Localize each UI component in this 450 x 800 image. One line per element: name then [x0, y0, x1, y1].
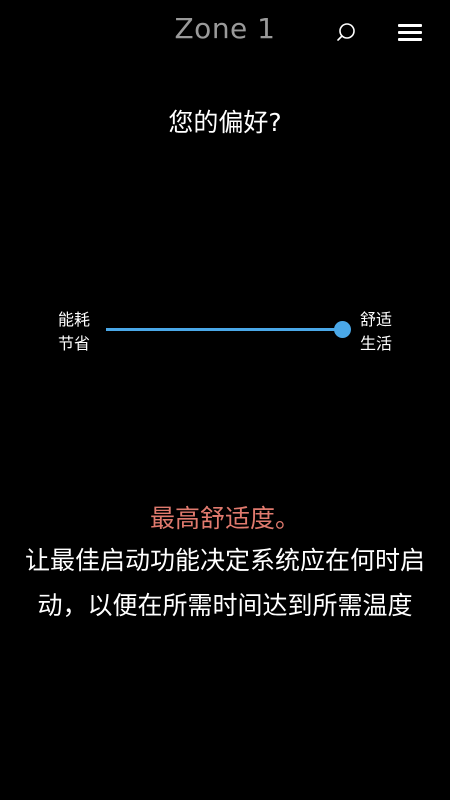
energy-saving-label: 能耗 节省 [52, 308, 96, 356]
energy-saving-label-line1: 能耗 [57, 310, 90, 329]
description-highlight: 最高舒适度。 [149, 504, 300, 533]
preference-description: 最高舒适度。 让最佳启动功能决定系统应在何时启动，以便在所需时间达到所需温度 [20, 500, 430, 628]
search-icon [337, 23, 355, 41]
zone-title: Zone 1 [174, 12, 276, 45]
description-body: 让最佳启动功能决定系统应在何时启动，以便在所需时间达到所需温度 [24, 546, 425, 620]
search-button[interactable] [334, 20, 358, 44]
slider-thumb[interactable] [334, 321, 351, 338]
menu-icon [398, 24, 422, 41]
top-bar: Zone 1 [0, 0, 450, 64]
preference-question: 您的偏好? [168, 108, 282, 137]
comfort-living-label-line1: 舒适 [359, 310, 392, 329]
comfort-living-label: 舒适 生活 [354, 308, 398, 356]
menu-button[interactable] [397, 22, 423, 44]
slider-track [106, 328, 342, 331]
energy-saving-label-line2: 节省 [57, 334, 90, 353]
preference-slider[interactable] [106, 319, 352, 341]
comfort-living-label-line2: 生活 [359, 334, 392, 353]
